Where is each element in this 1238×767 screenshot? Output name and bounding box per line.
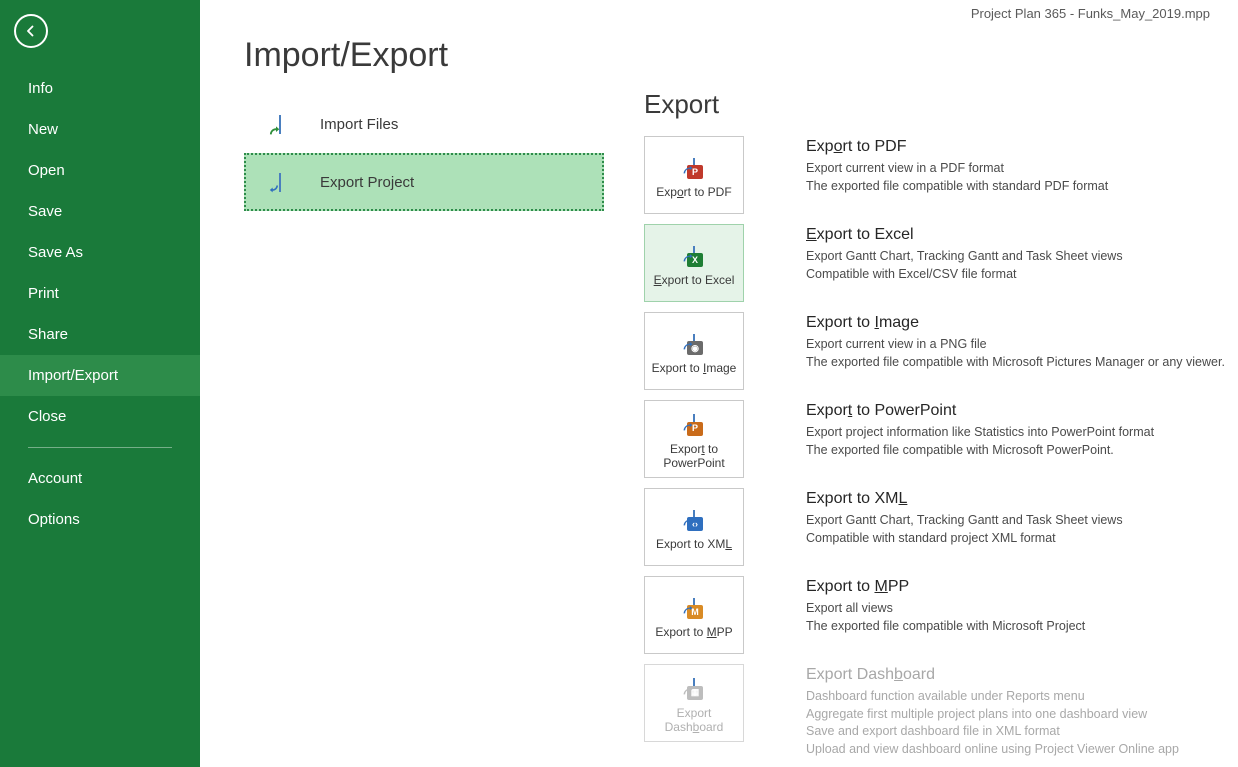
export-line: Dashboard function available under Repor… [806,688,1238,706]
export-btn-export-to-mpp[interactable]: M Export to MPP [644,576,744,654]
sidebar-item-open[interactable]: Open [0,150,200,191]
export-btn-label: Export to XML [656,537,732,551]
import-files-option[interactable]: Import Files [244,95,604,153]
export-line: Export Gantt Chart, Tracking Gantt and T… [806,248,1238,266]
export-icon: ‹› [675,503,713,533]
export-btn-export-to-image[interactable]: ◉ Export to Image [644,312,744,390]
export-description: Export to PDF Export current view in a PD… [806,136,1238,195]
export-title: Export to MPP [806,578,1238,596]
export-line: Upload and view dashboard online using P… [806,741,1238,759]
export-btn-label: Export Dashboard [647,706,741,735]
import-files-label: Import Files [320,116,398,133]
export-line: The exported file compatible with standa… [806,178,1238,196]
export-icon: ▦ [675,672,713,702]
export-btn-export-to-xml[interactable]: ‹› Export to XML [644,488,744,566]
export-heading: Export [644,89,1238,120]
export-column: Export PExport to PDFExport to PDFExport… [644,89,1238,767]
sidebar-item-print[interactable]: Print [0,273,200,314]
export-row-export-to-image: ◉ Export to Image Export to Image Export cu… [644,312,1238,390]
export-description: Export to Image Export current view in a … [806,312,1238,371]
export-row-export-to-xml: ‹› Export to XML Export to XML Export Gantt… [644,488,1238,566]
main-content: Project Plan 365 - Funks_May_2019.mpp Im… [200,0,1238,767]
export-line: The exported file compatible with Micros… [806,442,1238,460]
sidebar-item-share[interactable]: Share [0,314,200,355]
export-row-export-to-pdf: P Export to PDF Export to PDF Export curren… [644,136,1238,214]
export-btn-export-to-excel[interactable]: X Export to Excel [644,224,744,302]
sidebar-item-account[interactable]: Account [0,458,200,499]
export-line: Save and export dashboard file in XML fo… [806,723,1238,741]
export-project-icon [260,162,300,202]
export-btn-label: Export to MPP [655,625,732,639]
import-export-options: Import Files Export Project [244,95,604,767]
sidebar-item-save[interactable]: Save [0,191,200,232]
export-btn-export-to-powerpoint[interactable]: P Export to PowerPoint [644,400,744,478]
export-icon: ◉ [675,327,713,357]
export-btn-export-to-pdf[interactable]: P Export to PDF [644,136,744,214]
export-btn-label: Export to Image [652,361,737,375]
export-line: The exported file compatible with Micros… [806,354,1238,372]
export-line: Compatible with Excel/CSV file format [806,266,1238,284]
sidebar-item-options[interactable]: Options [0,499,200,540]
sidebar-footer: AccountOptions [0,437,200,540]
export-btn-label: Export to PDF [656,185,731,199]
export-line: Export current view in a PNG file [806,336,1238,354]
export-row-export-to-mpp: M Export to MPP Export to MPP Export all vi… [644,576,1238,654]
window-title: Project Plan 365 - Funks_May_2019.mpp [971,6,1210,21]
export-line: Export Gantt Chart, Tracking Gantt and T… [806,512,1238,530]
export-line: Aggregate first multiple project plans i… [806,706,1238,724]
export-description: Export to MPP Export all viewsThe exporte… [806,576,1238,635]
export-line: Export all views [806,600,1238,618]
sidebar-item-save-as[interactable]: Save As [0,232,200,273]
export-btn-export-dashboard: ▦ Export Dashboard [644,664,744,742]
sidebar-item-import-export[interactable]: Import/Export [0,355,200,396]
back-button[interactable] [14,14,48,48]
export-title: Export Dashboard [806,666,1238,684]
export-btn-label: Export to PowerPoint [647,442,741,471]
export-line: The exported file compatible with Micros… [806,618,1238,636]
export-line: Export project information like Statisti… [806,424,1238,442]
sidebar-nav: InfoNewOpenSaveSave AsPrintShareImport/E… [0,68,200,437]
export-icon: P [675,408,713,438]
export-btn-label: Export to Excel [654,273,735,287]
export-project-option[interactable]: Export Project [244,153,604,211]
import-files-icon [260,104,300,144]
sidebar-item-close[interactable]: Close [0,396,200,437]
export-row-export-to-powerpoint: PExport to PowerPointExport to PowerPoin… [644,400,1238,478]
export-line: Compatible with standard project XML for… [806,530,1238,548]
export-description: Export to PowerPoint Export project infor… [806,400,1238,459]
export-title: Export to XML [806,490,1238,508]
export-line: Export current view in a PDF format [806,160,1238,178]
export-description: Export to Excel Export Gantt Chart, Track… [806,224,1238,283]
page-title: Import/Export [244,36,1238,75]
export-description: Export to XML Export Gantt Chart, Trackin… [806,488,1238,547]
export-icon: P [675,151,713,181]
export-row-export-to-excel: X Export to Excel Export to Excel Export Ga… [644,224,1238,302]
arrow-left-icon [22,22,40,40]
app-window: InfoNewOpenSaveSave AsPrintShareImport/E… [0,0,1238,767]
export-title: Export to Image [806,314,1238,332]
sidebar-item-info[interactable]: Info [0,68,200,109]
export-icon: M [675,591,713,621]
export-title: Export to PDF [806,138,1238,156]
sidebar-separator [28,447,172,448]
export-project-label: Export Project [320,174,414,191]
export-title: Export to Excel [806,226,1238,244]
export-icon: X [675,239,713,269]
export-description: Export Dashboard Dashboard function avail… [806,664,1238,758]
export-title: Export to PowerPoint [806,402,1238,420]
export-row-export-dashboard: ▦ Export Dashboard Export Dashboard Dashboa… [644,664,1238,758]
backstage-sidebar: InfoNewOpenSaveSave AsPrintShareImport/E… [0,0,200,767]
sidebar-item-new[interactable]: New [0,109,200,150]
